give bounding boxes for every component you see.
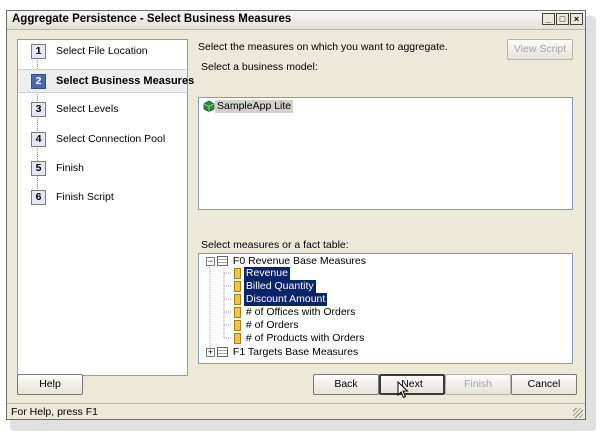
- step-number: 3: [31, 102, 46, 117]
- minimize-button[interactable]: _: [542, 13, 555, 25]
- status-text: For Help, press F1: [11, 406, 98, 418]
- tree-node-label: # of Products with Orders: [245, 332, 365, 344]
- measure-icon: [234, 307, 241, 318]
- step-select-business-measures[interactable]: 2 Select Business Measures: [18, 69, 194, 93]
- table-icon: [217, 347, 228, 357]
- instruction-text: Select the measures on which you want to…: [198, 41, 448, 53]
- step-number: 6: [31, 190, 46, 205]
- step-label: Select Levels: [56, 103, 119, 115]
- help-button[interactable]: Help: [17, 374, 83, 395]
- dialog-window: Aggregate Persistence - Select Business …: [6, 10, 586, 420]
- measures-label: Select measures or a fact table:: [201, 239, 349, 251]
- tree-node-measure[interactable]: # of Offices with Orders: [234, 306, 357, 319]
- table-icon: [217, 256, 228, 266]
- mouse-pointer-icon: [397, 381, 409, 399]
- step-select-connection-pool[interactable]: 4 Select Connection Pool: [18, 128, 187, 152]
- back-button[interactable]: Back: [313, 374, 379, 395]
- list-item[interactable]: SampleApp Lite: [203, 100, 294, 115]
- tree-node-label: Discount Amount: [243, 293, 328, 306]
- resize-grip-icon[interactable]: [573, 408, 583, 418]
- step-finish[interactable]: 5 Finish: [18, 157, 187, 181]
- step-finish-script[interactable]: 6 Finish Script: [18, 186, 187, 210]
- title-bar[interactable]: Aggregate Persistence - Select Business …: [7, 11, 585, 30]
- tree-node-label: Billed Quantity: [243, 280, 316, 293]
- window-title: Aggregate Persistence - Select Business …: [12, 13, 292, 25]
- collapse-toggle[interactable]: −: [206, 257, 215, 266]
- step-label: Select Business Measures: [56, 75, 195, 87]
- tree-node-measure[interactable]: Discount Amount: [234, 293, 328, 306]
- tree-node-fact-table[interactable]: F1 Targets Base Measures: [217, 346, 360, 359]
- tree-node-measure[interactable]: # of Orders: [234, 319, 300, 332]
- tree-node-label: # of Orders: [245, 319, 299, 331]
- wizard-steps-panel: 1 Select File Location 2 Select Business…: [17, 39, 194, 376]
- tree-node-measure[interactable]: # of Products with Orders: [234, 332, 366, 345]
- view-script-button[interactable]: View Script: [507, 39, 573, 60]
- step-select-file-location[interactable]: 1 Select File Location: [18, 40, 187, 64]
- tree-node-label: F1 Targets Base Measures: [232, 346, 359, 358]
- measure-icon: [234, 320, 241, 331]
- status-bar: For Help, press F1: [7, 403, 585, 420]
- finish-button[interactable]: Finish: [445, 374, 511, 395]
- business-model-label: Select a business model:: [201, 61, 318, 73]
- step-label: Select Connection Pool: [56, 133, 166, 145]
- tree-node-measure[interactable]: Billed Quantity: [234, 280, 316, 293]
- step-select-levels[interactable]: 3 Select Levels: [18, 98, 187, 122]
- measures-tree[interactable]: − F0 Revenue Base Measures Revenue Bille…: [198, 253, 573, 364]
- close-button[interactable]: ×: [570, 13, 583, 25]
- cancel-button[interactable]: Cancel: [511, 374, 577, 395]
- step-label: Finish: [56, 162, 85, 174]
- tree-node-label: Revenue: [243, 267, 290, 280]
- model-label: SampleApp Lite: [215, 100, 294, 113]
- step-number: 2: [31, 74, 46, 89]
- step-number: 5: [31, 161, 46, 176]
- measure-icon: [234, 281, 241, 292]
- step-number: 1: [31, 44, 46, 59]
- measure-icon: [234, 294, 241, 305]
- next-button[interactable]: Next: [379, 374, 445, 395]
- step-number: 4: [31, 132, 46, 147]
- business-model-icon: [203, 100, 215, 115]
- expand-toggle[interactable]: +: [206, 348, 215, 357]
- business-model-list[interactable]: SampleApp Lite: [198, 97, 573, 210]
- tree-node-measure[interactable]: Revenue: [234, 267, 290, 280]
- measure-icon: [234, 333, 241, 344]
- step-label: Select File Location: [56, 45, 148, 57]
- measure-icon: [234, 268, 241, 279]
- step-label: Finish Script: [56, 191, 114, 203]
- maximize-button[interactable]: □: [556, 13, 569, 25]
- tree-node-label: # of Offices with Orders: [245, 306, 356, 318]
